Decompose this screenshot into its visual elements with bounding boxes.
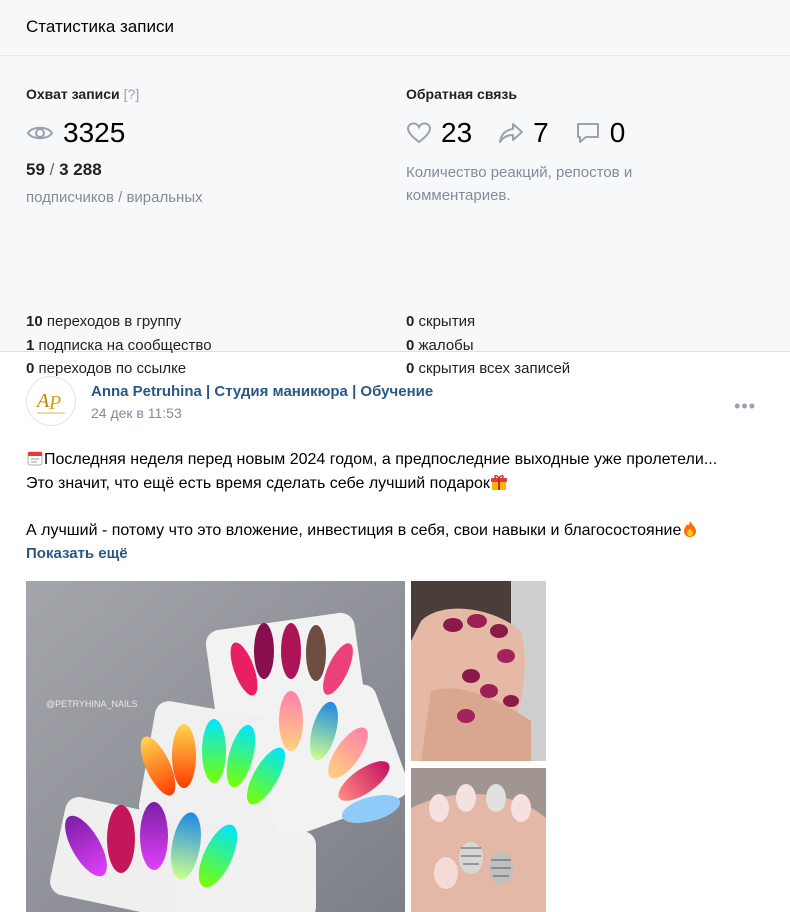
post-line: Последняя неделя перед новым 2024 годом,…	[26, 448, 766, 472]
comments-count: 0	[609, 117, 626, 148]
gift-icon	[490, 474, 507, 490]
comment-icon	[576, 123, 599, 143]
post: A P Anna Petruhina | Студия маникюра | О…	[0, 352, 790, 562]
reach-section: Охват записи [?] 3325 59 / 3 288 подписчи…	[26, 86, 203, 209]
svg-text:P: P	[48, 392, 61, 414]
more-icon[interactable]: •••	[734, 396, 756, 417]
stats-panel: Охват записи [?] 3325 59 / 3 288 подписчи…	[0, 56, 790, 377]
subscribers-count: 59	[26, 160, 45, 179]
photo-nail-palette[interactable]: @PETRYHINA_NAILS	[26, 581, 405, 912]
feedback-title: Обратная связь	[406, 86, 517, 102]
viral-count: 3 288	[59, 160, 102, 179]
help-link[interactable]: [?]	[124, 86, 140, 102]
eye-icon	[26, 126, 54, 140]
list-item: 0 скрытия	[406, 313, 476, 330]
logo-icon: A P	[35, 390, 65, 414]
subscribers-caption: подписчиков / виральных	[26, 189, 203, 206]
fire-icon	[684, 520, 697, 537]
calendar-icon	[27, 451, 43, 466]
subscribers-viral: 59 / 3 288	[26, 160, 102, 179]
post-header: A P Anna Petruhina | Студия маникюра | О…	[0, 352, 790, 432]
list-item: 10 переходов в группу	[26, 313, 182, 330]
post-date[interactable]: 24 дек в 11:53	[91, 405, 182, 421]
page-title: Статистика записи	[26, 17, 174, 36]
photo-french-nails[interactable]	[411, 768, 546, 912]
watermark: @PETRYHINA_NAILS	[46, 699, 138, 709]
post-author[interactable]: Anna Petruhina | Студия маникюра | Обуче…	[91, 383, 433, 400]
feedback-description: Количество реакций, репостов и комментар…	[406, 164, 633, 204]
post-text: Последняя неделя перед новым 2024 годом,…	[26, 448, 766, 566]
share-icon	[499, 123, 524, 143]
show-more-link[interactable]: Показать ещё	[26, 545, 128, 562]
likes-count: 23	[441, 117, 473, 148]
avatar[interactable]: A P	[26, 376, 76, 426]
heart-icon	[406, 122, 432, 144]
stats-header: Статистика записи	[0, 0, 790, 56]
reposts-count: 7	[533, 117, 549, 148]
photo-burgundy-nails[interactable]	[411, 581, 546, 761]
svg-text:A: A	[35, 390, 50, 412]
post-line: А лучший - потому что это вложение, инве…	[26, 519, 766, 543]
post-line: Это значит, что ещё есть время сделать с…	[26, 472, 766, 496]
reach-title: Охват записи [?]	[26, 86, 140, 102]
views-count: 3325	[63, 117, 126, 148]
feedback-section: Обратная связь 23 7 0 Количество реакций…	[406, 86, 666, 207]
